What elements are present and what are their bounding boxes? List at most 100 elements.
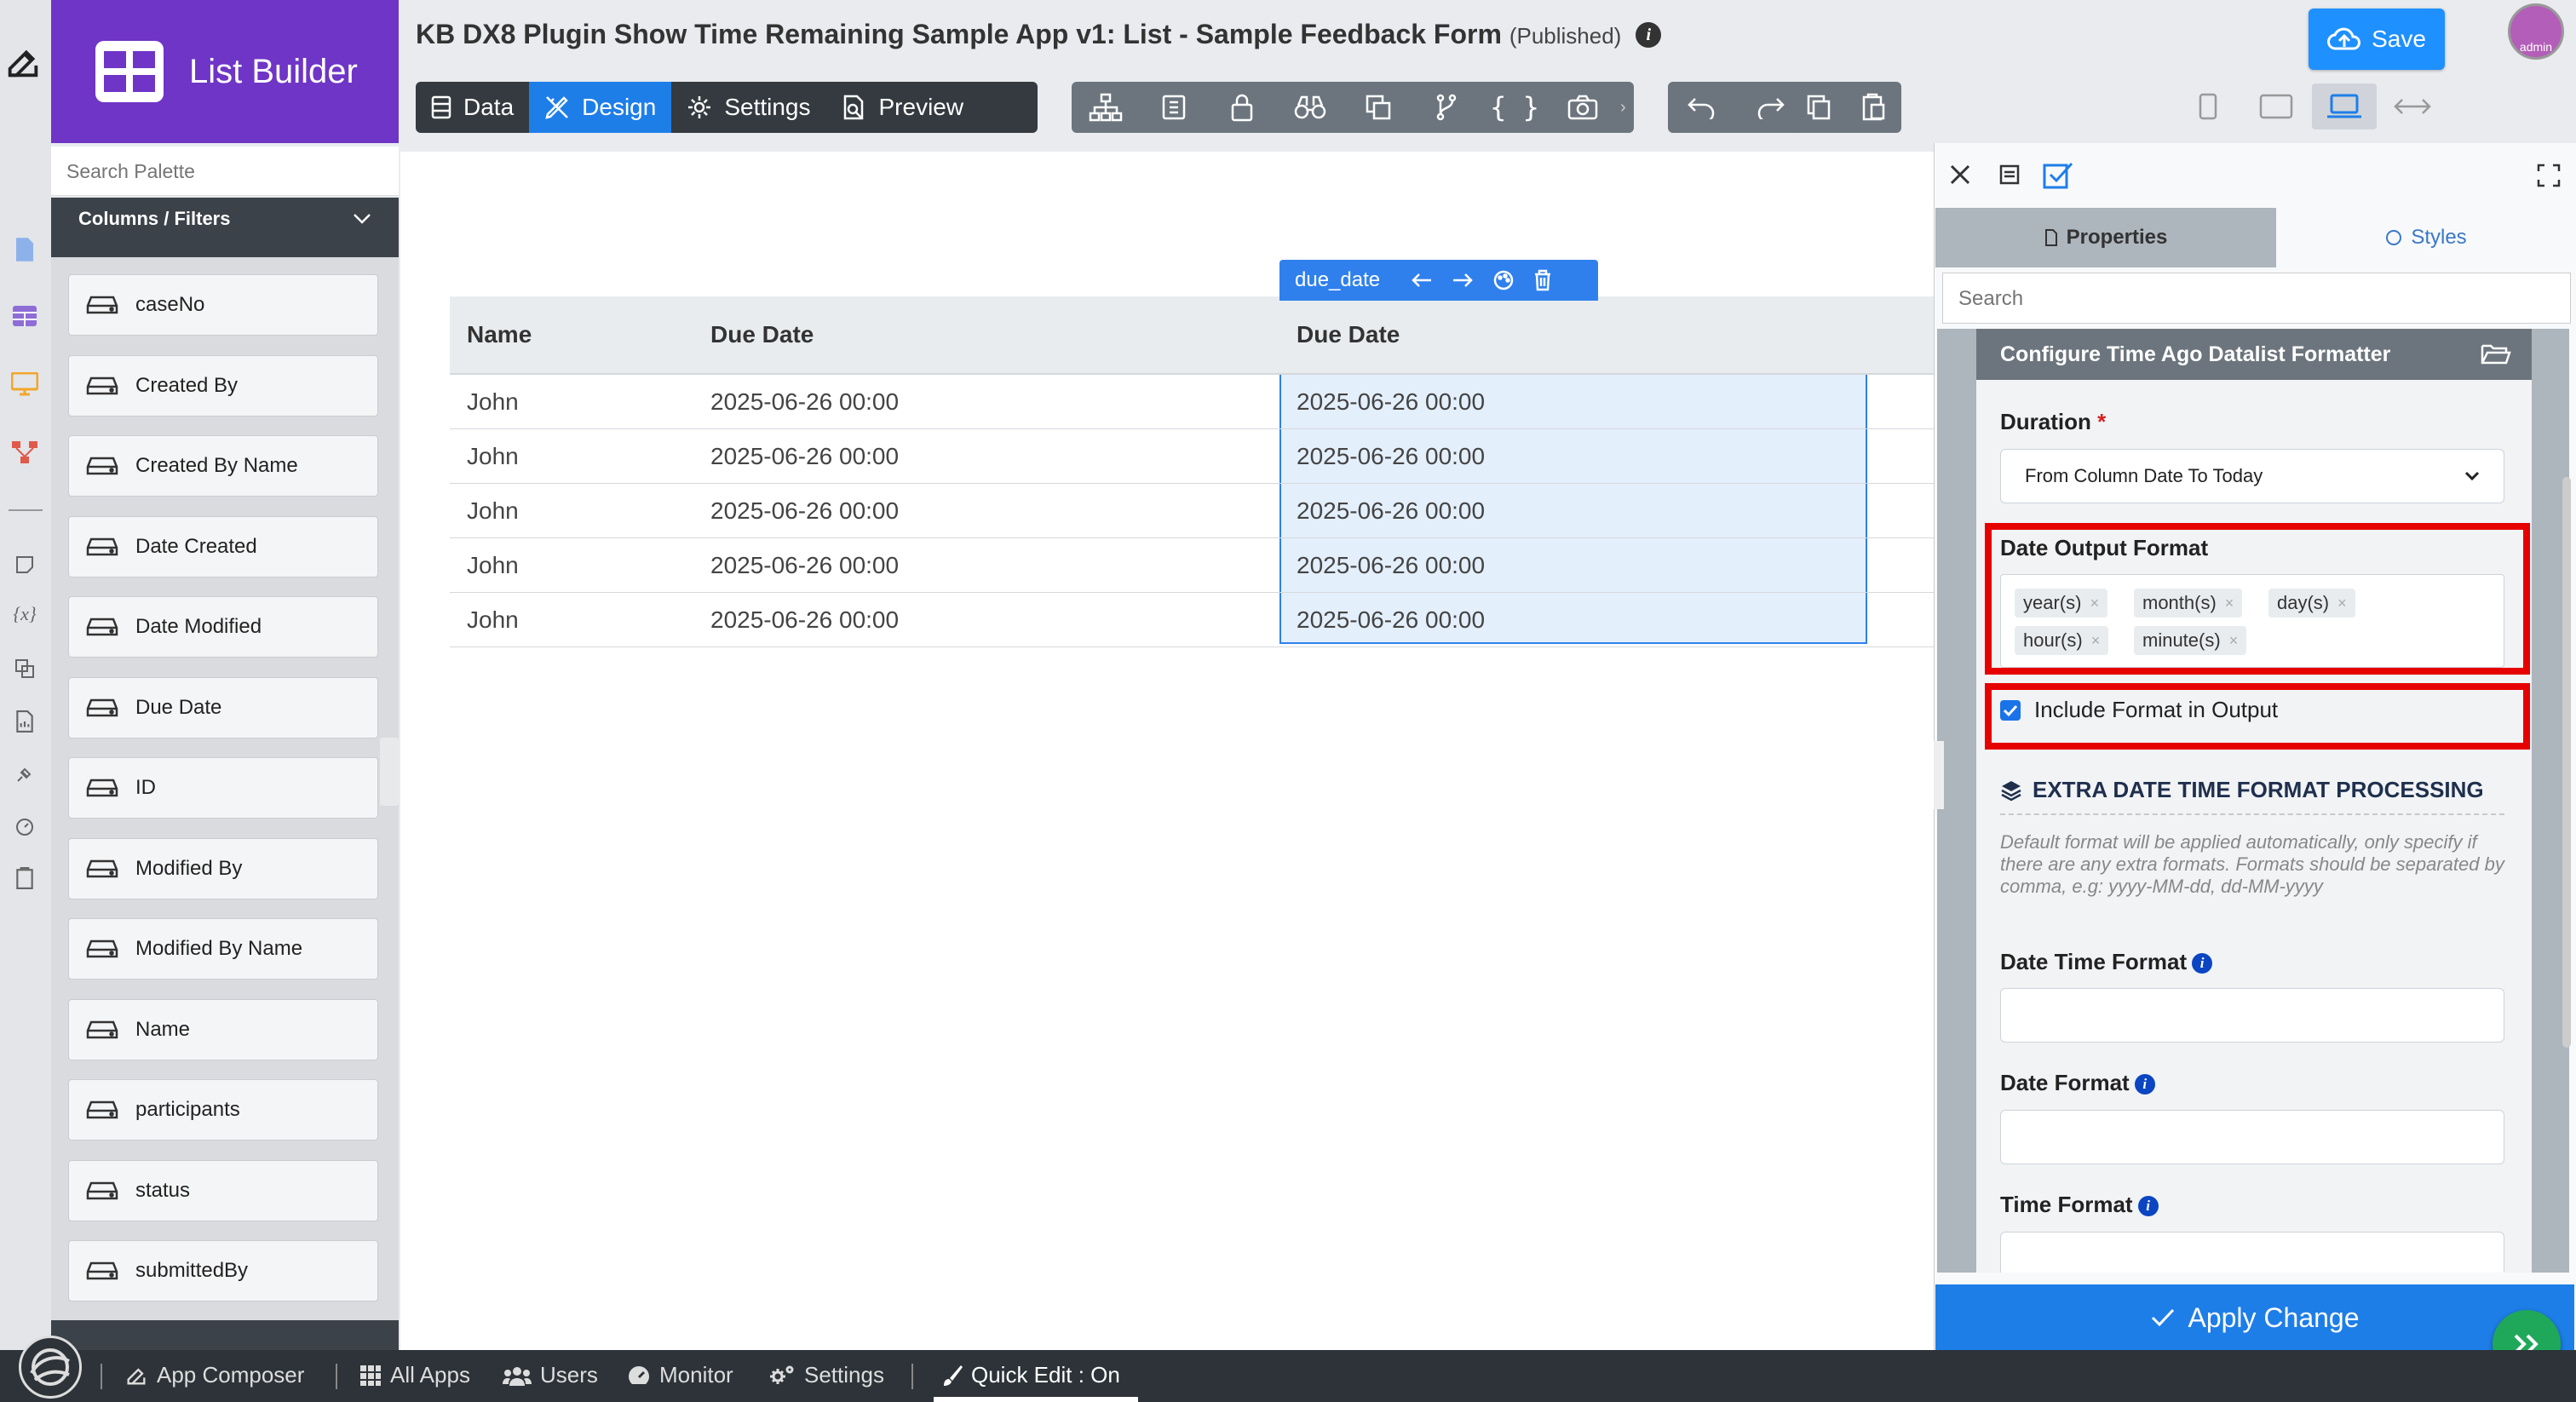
- tree-icon[interactable]: [1072, 82, 1140, 133]
- close-icon[interactable]: [1949, 164, 1971, 186]
- column-header-due-date-selected[interactable]: Due Date: [1279, 321, 1867, 348]
- close-icon[interactable]: ×: [2091, 632, 2101, 650]
- close-icon[interactable]: ×: [2229, 632, 2239, 650]
- grid-icon[interactable]: [10, 302, 39, 330]
- properties-icon[interactable]: [1140, 82, 1208, 133]
- palette-item[interactable]: Name: [68, 998, 378, 1060]
- date-output-format-multiselect[interactable]: year(s) × month(s) × day(s) × hour(s) × minute(s…: [2000, 574, 2504, 668]
- clipboard-icon[interactable]: [10, 864, 39, 893]
- translate-icon[interactable]: [10, 654, 39, 683]
- close-icon[interactable]: ×: [2337, 595, 2347, 612]
- arrow-left-icon[interactable]: [1411, 272, 1433, 289]
- fullscreen-icon[interactable]: [2537, 164, 2561, 187]
- palette-item[interactable]: participants: [68, 1079, 378, 1141]
- tab-settings[interactable]: Settings: [671, 82, 825, 133]
- tab-data[interactable]: Data: [416, 82, 529, 133]
- tablet-view-icon[interactable]: [2244, 83, 2309, 129]
- palette-item[interactable]: ID: [68, 757, 378, 819]
- palette-resize-handle[interactable]: [380, 738, 399, 806]
- tab-styles[interactable]: Styles: [2276, 208, 2576, 267]
- palette-item[interactable]: Date Created: [68, 515, 378, 577]
- palette-section-header[interactable]: Columns / Filters: [51, 198, 399, 257]
- preview-icon: [842, 95, 867, 120]
- monitor-link[interactable]: Monitor: [627, 1362, 733, 1388]
- panel-search[interactable]: [1942, 273, 2571, 324]
- format-chip[interactable]: day(s) ×: [2268, 589, 2355, 618]
- panel-search-input[interactable]: [1958, 287, 2555, 311]
- duration-select[interactable]: From Column Date To Today: [2000, 449, 2504, 503]
- palette-item[interactable]: caseNo: [68, 274, 378, 336]
- palette-item[interactable]: Date Modified: [68, 596, 378, 658]
- copy-icon[interactable]: [1793, 82, 1844, 133]
- tab-design[interactable]: Design: [529, 82, 672, 133]
- file-chart-icon[interactable]: [10, 707, 39, 736]
- palette-item[interactable]: submittedBy: [68, 1240, 378, 1301]
- tab-properties[interactable]: Properties: [1935, 208, 2276, 267]
- settings-link[interactable]: Settings: [768, 1362, 884, 1388]
- include-format-checkbox[interactable]: [2000, 699, 2021, 721]
- toolbar-overflow-icon[interactable]: ›: [1620, 89, 1634, 126]
- save-button[interactable]: Save: [2309, 9, 2445, 70]
- date-format-input[interactable]: [2000, 1110, 2504, 1164]
- close-icon[interactable]: ×: [2090, 595, 2099, 612]
- format-chip[interactable]: month(s) ×: [2134, 589, 2243, 618]
- info-icon[interactable]: i: [2192, 953, 2213, 974]
- palette-item[interactable]: Modified By: [68, 837, 378, 899]
- info-icon[interactable]: i: [2134, 1074, 2155, 1095]
- joget-logo-icon[interactable]: [19, 1336, 82, 1399]
- datetime-format-input[interactable]: [2000, 988, 2504, 1043]
- lock-icon[interactable]: [1208, 82, 1276, 133]
- quick-edit-toggle[interactable]: Quick Edit : On: [942, 1362, 1120, 1388]
- check-square-icon[interactable]: [2043, 160, 2073, 189]
- all-apps-link[interactable]: All Apps: [359, 1362, 470, 1388]
- info-icon[interactable]: i: [2137, 1196, 2159, 1216]
- palette-item[interactable]: Due Date: [68, 676, 378, 738]
- translate-icon[interactable]: [1344, 82, 1412, 133]
- tab-preview[interactable]: Preview: [826, 82, 980, 133]
- edit-icon[interactable]: [3, 43, 43, 82]
- list-view-icon[interactable]: [1998, 164, 2021, 186]
- users-link[interactable]: Users: [503, 1362, 598, 1388]
- format-chip[interactable]: year(s) ×: [2015, 589, 2107, 618]
- apply-change-button[interactable]: Apply Change: [1935, 1284, 2574, 1351]
- column-header-due-date[interactable]: Due Date: [693, 321, 1279, 348]
- panel-resize-handle[interactable]: [1934, 741, 1944, 809]
- paste-icon[interactable]: [1849, 82, 1900, 133]
- undo-icon[interactable]: [1668, 82, 1736, 133]
- document-icon[interactable]: [10, 235, 39, 264]
- format-chip[interactable]: minute(s) ×: [2134, 626, 2247, 655]
- info-icon[interactable]: i: [1636, 22, 1662, 48]
- monitor-icon[interactable]: [10, 370, 39, 399]
- gauge-icon[interactable]: [10, 813, 39, 842]
- palette-search[interactable]: [51, 147, 399, 196]
- flow-icon[interactable]: [10, 438, 39, 467]
- column-header-name[interactable]: Name: [450, 321, 693, 348]
- palette-item[interactable]: Created By Name: [68, 435, 378, 497]
- include-format-row[interactable]: Include Format in Output: [2000, 697, 2278, 723]
- close-icon[interactable]: ×: [2225, 595, 2234, 612]
- camera-icon[interactable]: [1549, 82, 1617, 133]
- code-braces-icon[interactable]: { }: [1481, 82, 1549, 133]
- plugin-icon[interactable]: [10, 760, 39, 789]
- app-composer-link[interactable]: App Composer: [124, 1362, 304, 1388]
- folder-open-icon[interactable]: [2481, 342, 2511, 366]
- note-icon[interactable]: [10, 550, 39, 579]
- laptop-view-icon[interactable]: [2312, 83, 2377, 129]
- palette-item[interactable]: status: [68, 1159, 378, 1221]
- palette-item[interactable]: Modified By Name: [68, 918, 378, 980]
- avatar[interactable]: admin: [2508, 3, 2564, 60]
- page-title: KB DX8 Plugin Show Time Remaining Sample…: [416, 19, 1662, 50]
- time-format-input[interactable]: [2000, 1232, 2504, 1273]
- panel-scrollbar[interactable]: [2562, 477, 2571, 1048]
- palette-style-icon[interactable]: [1492, 269, 1515, 291]
- variable-icon[interactable]: {x}: [10, 600, 39, 629]
- branch-icon[interactable]: [1412, 82, 1481, 133]
- expand-width-icon[interactable]: [2380, 83, 2445, 129]
- binoculars-icon[interactable]: [1276, 82, 1344, 133]
- arrow-right-icon[interactable]: [1452, 272, 1474, 289]
- format-chip[interactable]: hour(s) ×: [2015, 626, 2109, 655]
- palette-item[interactable]: Created By: [68, 354, 378, 417]
- palette-search-input[interactable]: [66, 160, 383, 183]
- trash-icon[interactable]: [1533, 269, 1552, 291]
- phone-view-icon[interactable]: [2176, 83, 2240, 129]
